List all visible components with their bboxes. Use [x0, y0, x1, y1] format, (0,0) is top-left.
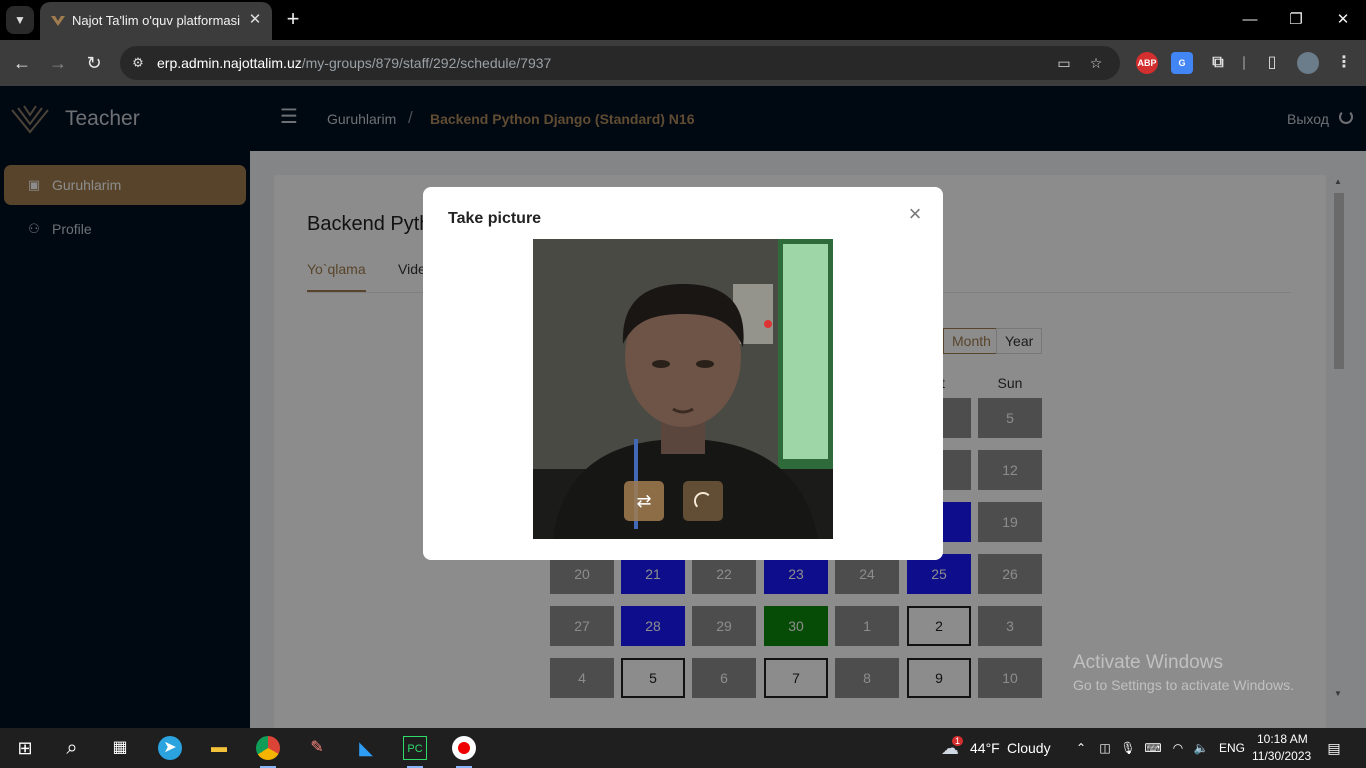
take-picture-modal: Take picture × ⇄	[423, 187, 943, 560]
browser-toolbar: ← → ↻ ⚙ erp.admin.najottalim.uz/my-group…	[0, 40, 1366, 86]
restore-icon[interactable]: ❐	[1284, 8, 1308, 32]
google-translate-icon[interactable]: G	[1171, 52, 1193, 74]
chrome-icon[interactable]	[256, 736, 280, 760]
minimize-icon[interactable]: —	[1238, 8, 1262, 32]
close-window-icon[interactable]: ✕	[1331, 8, 1355, 32]
weather-desc[interactable]: Cloudy	[1007, 740, 1051, 756]
loading-spinner-icon	[694, 492, 712, 510]
browser-tab-strip: ▼ Najot Ta'lim o'quv platformasi ✕ + — ❐…	[0, 0, 1366, 40]
site-settings-icon[interactable]: ⚙	[130, 55, 146, 71]
new-tab-button[interactable]: +	[282, 8, 304, 30]
screen-recorder-icon[interactable]	[452, 736, 476, 760]
modal-title: Take picture	[448, 210, 542, 227]
camera-preview: ⇄	[533, 239, 833, 539]
address-bar[interactable]: ⚙ erp.admin.najottalim.uz/my-groups/879/…	[120, 46, 1120, 80]
pycharm-icon[interactable]: PC	[403, 736, 427, 760]
extensions-icon[interactable]: ⧉	[1207, 52, 1229, 74]
chrome-menu-icon[interactable]: ⋮	[1333, 52, 1355, 74]
close-icon[interactable]: ×	[905, 203, 925, 225]
microphone-icon[interactable]: 🎙	[1116, 736, 1140, 760]
clock-date[interactable]: 11/30/2023	[1252, 749, 1311, 763]
paint-icon[interactable]: ✎	[305, 736, 329, 760]
forward-icon[interactable]: →	[47, 52, 69, 74]
wifi-icon[interactable]: ◠	[1166, 736, 1190, 760]
notifications-icon[interactable]: ▤	[1322, 736, 1346, 760]
telegram-icon[interactable]: ➤	[158, 736, 182, 760]
camera-tray-icon[interactable]: ◫	[1093, 736, 1117, 760]
url-text[interactable]: erp.admin.najottalim.uz/my-groups/879/st…	[157, 55, 551, 71]
toolbar-divider	[1243, 56, 1245, 70]
najot-favicon-icon	[51, 16, 65, 26]
activate-windows-subtitle: Go to Settings to activate Windows.	[1073, 677, 1294, 693]
capture-button[interactable]	[683, 481, 723, 521]
side-panel-icon[interactable]: ▯	[1261, 52, 1283, 74]
browser-tab[interactable]: Najot Ta'lim o'quv platformasi ✕	[40, 2, 272, 40]
tab-title: Najot Ta'lim o'quv platformasi	[72, 13, 241, 28]
reload-icon[interactable]: ↻	[83, 52, 105, 74]
chevron-up-icon[interactable]: ⌃	[1069, 736, 1093, 760]
volume-icon[interactable]: 🔈	[1189, 736, 1213, 760]
profile-avatar[interactable]	[1297, 52, 1319, 74]
language-indicator[interactable]: ENG	[1219, 741, 1245, 755]
close-tab-icon[interactable]: ✕	[246, 11, 264, 29]
search-icon[interactable]: ⌕	[60, 736, 84, 760]
windows-start-icon[interactable]: ⊞	[13, 736, 37, 760]
camera-in-use-icon[interactable]: ▭	[1055, 54, 1073, 72]
activate-windows-title: Activate Windows	[1073, 652, 1223, 673]
tab-search-button[interactable]: ▼	[6, 6, 34, 34]
switch-camera-button[interactable]: ⇄	[624, 481, 664, 521]
repeat-icon: ⇄	[636, 491, 652, 511]
back-icon[interactable]: ←	[11, 52, 33, 74]
vscode-icon[interactable]: ◣	[354, 736, 378, 760]
keyboard-icon[interactable]: ⌨	[1141, 736, 1165, 760]
task-view-icon[interactable]: ▦	[108, 736, 132, 760]
file-explorer-icon[interactable]: ▬	[207, 736, 231, 760]
adblock-plus-icon[interactable]: ABP	[1136, 52, 1158, 74]
clock-time[interactable]: 10:18 AM	[1257, 732, 1308, 746]
weather-temp[interactable]: 44°F	[970, 740, 1000, 756]
bookmark-star-icon[interactable]: ☆	[1087, 54, 1105, 72]
windows-taskbar: ⊞ ⌕ ▦ ➤ ▬ ✎ ◣ PC ☁ 1 44°F Cloudy ⌃ ◫ 🎙 ⌨…	[0, 728, 1366, 768]
weather-badge: 1	[952, 736, 964, 746]
